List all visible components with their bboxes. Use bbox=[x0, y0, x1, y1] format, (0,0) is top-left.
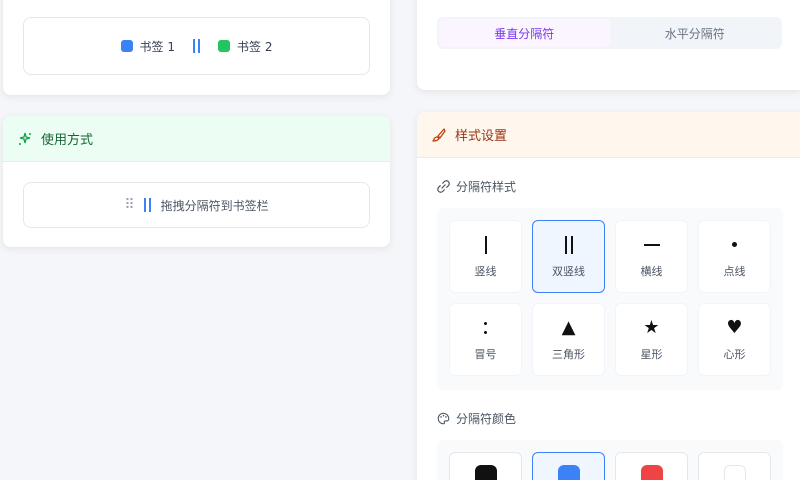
style-settings-title: 样式设置 bbox=[455, 129, 508, 144]
bookmark-1-icon bbox=[120, 40, 133, 52]
style-option-label: 双竖线 bbox=[552, 264, 585, 278]
color-swatch bbox=[474, 465, 497, 480]
star-icon: ★ bbox=[643, 317, 660, 338]
palette-icon bbox=[437, 412, 450, 425]
bookmark-1[interactable]: 书签 1 bbox=[120, 38, 175, 55]
style-option-label: 点线 bbox=[723, 264, 746, 278]
separator-style-label: 分隔符样式 bbox=[437, 178, 516, 195]
link-icon bbox=[437, 180, 450, 193]
style-option-label: 三角形 bbox=[552, 347, 585, 361]
separator-preview-icon bbox=[193, 39, 200, 53]
style-option-single-line[interactable]: 竖线 bbox=[449, 220, 522, 293]
triangle-icon: ▲ bbox=[561, 317, 576, 338]
usage-header: 使用方式 bbox=[3, 116, 390, 162]
colon-icon bbox=[484, 318, 487, 338]
preview-card: 书签 1 书签 2 bbox=[3, 0, 390, 95]
style-option-double-line[interactable]: 双竖线 bbox=[532, 220, 605, 293]
usage-title: 使用方式 bbox=[41, 133, 94, 148]
horizontal-line-icon bbox=[643, 235, 660, 255]
separator-type-tabs: 垂直分隔符 水平分隔符 bbox=[437, 17, 782, 49]
style-option-star[interactable]: ★ 星形 bbox=[615, 303, 688, 376]
draggable-separator[interactable]: ⠿ 拖拽分隔符到书签栏 bbox=[23, 182, 370, 228]
separator-style-grid: 竖线 双竖线 横线 点线 冒号 ▲ 三角形 ★ 星形 ♥ 心形 bbox=[437, 208, 783, 390]
dot-icon bbox=[732, 235, 737, 255]
separator-icon bbox=[143, 198, 151, 212]
style-option-label: 心形 bbox=[723, 347, 746, 361]
drag-hint: 拖拽分隔符到书签栏 bbox=[160, 198, 269, 213]
bookmark-2-label: 书签 2 bbox=[237, 39, 273, 54]
separator-style-text: 分隔符样式 bbox=[456, 180, 517, 194]
bookmark-preview: 书签 1 书签 2 bbox=[23, 17, 370, 75]
usage-card: 使用方式 ⠿ 拖拽分隔符到书签栏 bbox=[3, 116, 390, 247]
style-option-horizontal-line[interactable]: 横线 bbox=[615, 220, 688, 293]
style-settings-header: 样式设置 bbox=[417, 112, 800, 158]
bookmark-1-label: 书签 1 bbox=[139, 39, 175, 54]
color-option-red[interactable] bbox=[615, 452, 688, 480]
style-option-dot[interactable]: 点线 bbox=[698, 220, 771, 293]
color-option-white[interactable] bbox=[698, 452, 771, 480]
separator-color-text: 分隔符颜色 bbox=[456, 412, 517, 426]
color-swatch bbox=[723, 465, 746, 480]
double-line-icon bbox=[564, 235, 573, 255]
color-swatch bbox=[557, 465, 580, 480]
sparkle-icon bbox=[19, 132, 31, 145]
style-option-label: 竖线 bbox=[474, 264, 497, 278]
separator-color-label: 分隔符颜色 bbox=[437, 410, 516, 427]
style-option-label: 星形 bbox=[640, 347, 663, 361]
style-option-label: 冒号 bbox=[474, 347, 497, 361]
bookmark-2[interactable]: 书签 2 bbox=[218, 38, 272, 55]
brush-icon bbox=[432, 127, 446, 142]
color-option-black[interactable] bbox=[449, 452, 522, 480]
style-option-label: 横线 bbox=[640, 264, 663, 278]
color-option-blue[interactable] bbox=[532, 452, 605, 480]
separator-color-grid bbox=[437, 440, 783, 480]
tab-horizontal-separator[interactable]: 水平分隔符 bbox=[610, 19, 781, 47]
style-option-heart[interactable]: ♥ 心形 bbox=[698, 303, 771, 376]
color-swatch bbox=[640, 465, 663, 480]
heart-icon: ♥ bbox=[726, 317, 743, 338]
drag-handle-icon[interactable]: ⠿ bbox=[124, 197, 134, 213]
single-line-icon bbox=[484, 235, 487, 255]
separator-type-card: 垂直分隔符 水平分隔符 bbox=[417, 0, 800, 90]
tab-vertical-separator[interactable]: 垂直分隔符 bbox=[439, 19, 610, 47]
bookmark-2-icon bbox=[218, 40, 230, 52]
style-option-triangle[interactable]: ▲ 三角形 bbox=[532, 303, 605, 376]
style-settings-card: 样式设置 分隔符样式 竖线 双竖线 横线 点线 冒号 ▲ 三角形 ★ 星形 ♥ … bbox=[417, 112, 800, 480]
style-option-colon[interactable]: 冒号 bbox=[449, 303, 522, 376]
